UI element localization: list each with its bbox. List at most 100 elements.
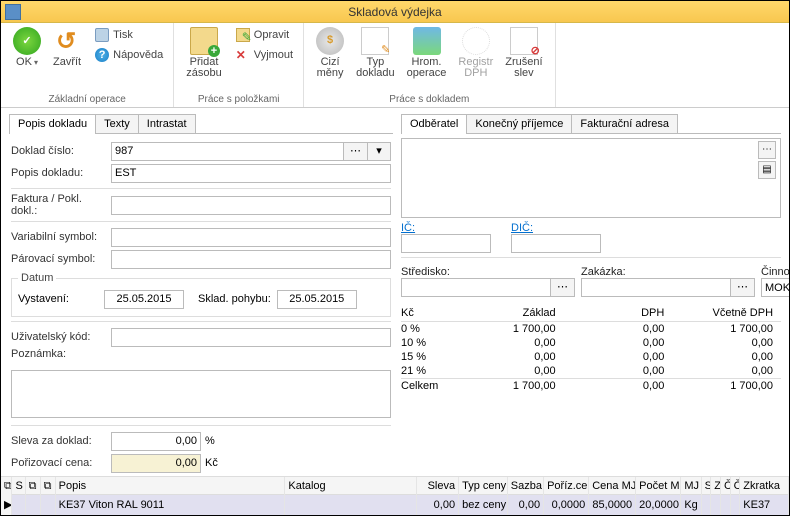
dic-input[interactable] bbox=[511, 234, 601, 253]
ic-input[interactable] bbox=[401, 234, 491, 253]
grid-cell-cenamj[interactable]: 85,0000 bbox=[589, 495, 636, 515]
registr-icon bbox=[462, 27, 490, 55]
doc-type-button[interactable]: Typ dokladu bbox=[350, 25, 401, 81]
grid-header-porizcena[interactable]: Poříz.cen bbox=[544, 477, 589, 495]
grid-header-popis[interactable]: Popis bbox=[56, 477, 286, 495]
partner-lookup-btn[interactable]: ⋯ bbox=[758, 141, 776, 159]
tab-intrastat[interactable]: Intrastat bbox=[138, 114, 196, 133]
partner-box: ⋯ ▤ bbox=[401, 138, 781, 218]
stredisko-input[interactable] bbox=[401, 278, 551, 297]
cancel-discounts-button[interactable]: Zrušení slev bbox=[499, 25, 548, 81]
doklad-cislo-input[interactable] bbox=[111, 142, 344, 161]
zakazka-lookup[interactable]: ⋯ bbox=[731, 278, 755, 297]
help-button[interactable]: Nápověda bbox=[91, 45, 167, 65]
vat-row: 0 %1 700,000,001 700,00 bbox=[401, 322, 781, 336]
grid-header-z[interactable]: Z bbox=[711, 477, 721, 495]
label-doklad-cislo: Doklad číslo: bbox=[11, 145, 111, 157]
parsym-input[interactable] bbox=[111, 250, 391, 269]
grid-header-katalog[interactable]: Katalog bbox=[285, 477, 417, 495]
currency-icon bbox=[316, 27, 344, 55]
grid-header-icon2[interactable]: ⧉ bbox=[41, 477, 56, 495]
close-button[interactable]: Zavřít bbox=[47, 25, 87, 70]
grid-header-s1[interactable]: S bbox=[702, 477, 712, 495]
tab-konecny-prijemce[interactable]: Konečný příjemce bbox=[466, 114, 572, 133]
grid-cell-sleva[interactable]: 0,00 bbox=[417, 495, 459, 515]
grid-header-c2[interactable]: Č bbox=[731, 477, 741, 495]
grid-header-s[interactable]: S bbox=[12, 477, 25, 495]
grid-cell-zkratka[interactable]: KE37 bbox=[740, 495, 789, 515]
currency-button[interactable]: Cizí měny bbox=[310, 25, 350, 81]
usercode-input[interactable] bbox=[111, 328, 391, 347]
grid-cell-katalog[interactable] bbox=[285, 495, 417, 515]
grid-header-sazba[interactable]: Sazba l bbox=[508, 477, 544, 495]
grid-header-zkratka[interactable]: Zkratka bbox=[740, 477, 789, 495]
grid-cell-porizcena[interactable]: 0,0000 bbox=[544, 495, 589, 515]
grid-row[interactable]: ▶ KE37 Viton RAL 9011 0,00 bez ceny 0,00… bbox=[1, 495, 789, 515]
grid-row-marker: ▶ bbox=[1, 495, 12, 515]
grid-cell-popis[interactable]: KE37 Viton RAL 9011 bbox=[56, 495, 286, 515]
window-title: Skladová výdejka bbox=[1, 5, 789, 19]
doklad-cislo-lookup[interactable]: ⋯ bbox=[344, 142, 368, 161]
faktura-input[interactable] bbox=[111, 196, 391, 215]
cut-button[interactable]: Vyjmout bbox=[232, 45, 297, 65]
label-vystaveni: Vystavení: bbox=[18, 293, 98, 305]
link-ic[interactable]: IČ: bbox=[401, 222, 491, 234]
vat-header-dph: DPH bbox=[564, 307, 673, 319]
grid-header-mj[interactable]: MJ bbox=[681, 477, 701, 495]
tab-popis-dokladu[interactable]: Popis dokladu bbox=[9, 114, 96, 133]
grid-cell-pocetmj[interactable]: 20,0000 bbox=[636, 495, 681, 515]
stredisko-lookup[interactable]: ⋯ bbox=[551, 278, 575, 297]
grid-header-icon1[interactable]: ⧉ bbox=[26, 477, 41, 495]
porizcena-input[interactable] bbox=[111, 454, 201, 473]
grid-cell-mj[interactable]: Kg bbox=[681, 495, 701, 515]
edit-icon bbox=[236, 28, 250, 42]
ribbon: OK▾ Zavřít Tisk Nápověda Zá bbox=[1, 23, 789, 108]
add-stock-button[interactable]: Přidat zásobu bbox=[180, 25, 227, 81]
label-cinnost: Činnost: bbox=[761, 266, 789, 278]
document-type-icon bbox=[361, 27, 389, 55]
partner-card-btn[interactable]: ▤ bbox=[758, 161, 776, 179]
edit-button[interactable]: Opravit bbox=[232, 25, 297, 45]
popis-dokladu-input[interactable] bbox=[111, 164, 391, 183]
bulk-ops-button[interactable]: Hrom. operace bbox=[401, 25, 453, 81]
partner-text[interactable] bbox=[404, 141, 758, 215]
poznamka-textarea[interactable] bbox=[11, 370, 391, 418]
doklad-cislo-dropdown[interactable]: ▾ bbox=[367, 142, 391, 161]
check-icon bbox=[13, 27, 41, 55]
date-sklad-pohyb-input[interactable] bbox=[277, 290, 357, 309]
grid-header-marker[interactable]: ⧉ bbox=[1, 477, 12, 495]
printer-icon bbox=[95, 28, 109, 42]
items-grid[interactable]: ⧉ S ⧉ ⧉ Popis Katalog Sleva Typ ceny Saz… bbox=[1, 476, 789, 515]
label-parsym: Párovací symbol: bbox=[11, 253, 111, 265]
grid-header-sleva[interactable]: Sleva bbox=[417, 477, 459, 495]
grid-header-cenamj[interactable]: Cena MJ bbox=[589, 477, 636, 495]
print-button[interactable]: Tisk bbox=[91, 25, 167, 45]
ok-button[interactable]: OK▾ bbox=[7, 25, 47, 70]
label-popis-dokladu: Popis dokladu: bbox=[11, 167, 111, 179]
vat-row: 21 %0,000,000,00 bbox=[401, 364, 781, 378]
undo-icon bbox=[53, 27, 81, 55]
grid-cell-sazba[interactable]: 0,00 bbox=[508, 495, 544, 515]
vat-header-kc: Kč bbox=[401, 307, 455, 319]
ribbon-group-basic: Základní operace bbox=[7, 93, 167, 107]
tab-texty[interactable]: Texty bbox=[95, 114, 139, 133]
sleva-input[interactable] bbox=[111, 432, 201, 451]
varsym-input[interactable] bbox=[111, 228, 391, 247]
grid-header-c1[interactable]: Č bbox=[721, 477, 731, 495]
label-porizcena: Pořizovací cena: bbox=[11, 457, 111, 469]
tab-odberatel[interactable]: Odběratel bbox=[401, 114, 467, 133]
cinnost-input[interactable] bbox=[761, 278, 789, 297]
grid-header-pocetmj[interactable]: Počet M. bbox=[636, 477, 681, 495]
link-dic[interactable]: DIČ: bbox=[511, 222, 601, 234]
help-icon bbox=[95, 48, 109, 62]
label-poznamka: Poznámka: bbox=[11, 348, 111, 360]
vat-header-vcetne: Včetně DPH bbox=[672, 307, 781, 319]
date-vystaveni-input[interactable] bbox=[104, 290, 184, 309]
bulk-icon bbox=[413, 27, 441, 55]
registr-dph-button[interactable]: Registr DPH bbox=[452, 25, 499, 81]
zakazka-input[interactable] bbox=[581, 278, 731, 297]
tab-fakturacni-adresa[interactable]: Fakturační adresa bbox=[571, 114, 678, 133]
vat-row: 15 %0,000,000,00 bbox=[401, 350, 781, 364]
grid-cell-typceny[interactable]: bez ceny bbox=[459, 495, 508, 515]
grid-header-typceny[interactable]: Typ ceny bbox=[459, 477, 508, 495]
